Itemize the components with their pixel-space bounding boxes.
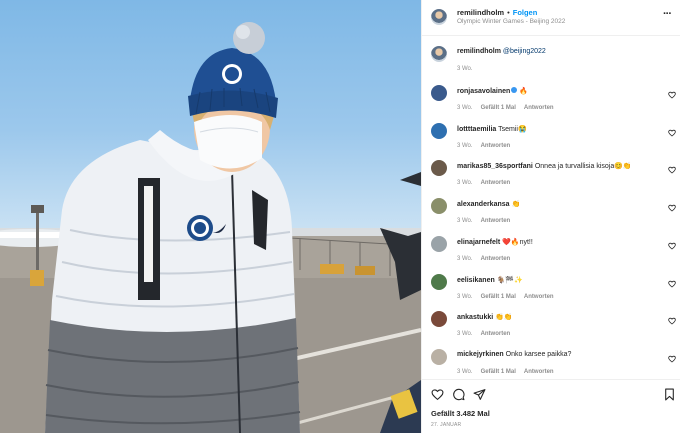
owner-line: remilindholm • Folgen — [457, 8, 537, 17]
comment-meta: 3 Wo. Antworten — [457, 256, 518, 262]
comment-body: mickejyrkinen Onko karsee paikka? — [457, 351, 571, 358]
comment-item: marikas85_36sportfani Onnea ja turvallis… — [422, 160, 680, 198]
comment-heart-icon[interactable] — [668, 317, 676, 325]
comment-icon[interactable] — [452, 388, 465, 401]
comment-item: ronjasavolainen 🔥 3 Wo. Gefällt 1 Mal Antw… — [422, 85, 680, 123]
reply-button[interactable]: Antworten — [524, 294, 554, 300]
caption-mention[interactable]: @beijing2022 — [503, 48, 546, 55]
comment-heart-icon[interactable] — [668, 129, 676, 137]
commenter-avatar[interactable] — [431, 348, 447, 365]
commenter-avatar[interactable] — [431, 160, 447, 177]
like-count[interactable]: Gefällt 3.482 Mal — [431, 409, 490, 418]
commenter-username[interactable]: ankastukki — [457, 314, 493, 321]
commenter-avatar[interactable] — [431, 85, 447, 101]
share-icon[interactable] — [473, 388, 486, 401]
comment-item: alexanderkansa 👏 3 Wo. Antworten — [422, 198, 680, 236]
comment-time[interactable]: 3 Wo. — [457, 369, 473, 375]
post-header: remilindholm • Folgen Olympic Winter Games… — [422, 0, 680, 36]
commenter-username[interactable]: mickejyrkinen — [457, 351, 504, 358]
comment-text: 👏 — [511, 201, 521, 209]
commenter-username[interactable]: elinajarnefelt — [457, 239, 500, 246]
comment-meta: 3 Wo. Antworten — [457, 331, 518, 337]
comment-body: eelisikanen 🐐🏁✨ — [457, 276, 523, 284]
heart-icon[interactable] — [431, 388, 444, 401]
commenter-avatar[interactable] — [431, 235, 447, 252]
comment-meta: 3 Wo. Antworten — [457, 143, 518, 149]
post-side-panel: remilindholm • Folgen Olympic Winter Games… — [421, 0, 680, 433]
commenter-avatar[interactable] — [431, 122, 447, 139]
caption-timestamp[interactable]: 3 Wo. — [457, 66, 473, 72]
owner-username[interactable]: remilindholm — [457, 8, 504, 17]
commenter-username[interactable]: lottttaemilia — [457, 126, 496, 133]
post-date[interactable]: 27. JANUAR — [431, 422, 461, 428]
comment-time[interactable]: 3 Wo. — [457, 256, 473, 262]
caption-avatar[interactable] — [431, 46, 447, 62]
comment-meta: 3 Wo. Gefällt 1 Mal Antworten — [457, 369, 562, 375]
comment-item: elinajarnefelt ❤️🔥nyt!! 3 Wo. Antworten — [422, 235, 680, 274]
comment-heart-icon[interactable] — [668, 166, 676, 174]
comment-time[interactable]: 3 Wo. — [457, 218, 473, 224]
comment-likes[interactable]: Gefällt 1 Mal — [481, 105, 516, 111]
reply-button[interactable]: Antworten — [481, 143, 511, 149]
post-image[interactable] — [0, 0, 421, 433]
comment-body: ankastukki 👏👏 — [457, 313, 513, 321]
comment-text: Tsemii😭 — [498, 125, 527, 133]
comment-meta: 3 Wo. Antworten — [457, 218, 518, 224]
follow-button[interactable]: Folgen — [513, 8, 538, 17]
reply-button[interactable]: Antworten — [481, 218, 511, 224]
comment-likes[interactable]: Gefällt 1 Mal — [481, 369, 516, 375]
commenter-username[interactable]: alexanderkansa — [457, 201, 510, 208]
comment-time[interactable]: 3 Wo. — [457, 331, 473, 337]
comment-item: ankastukki 👏👏 3 Wo. Antworten — [422, 311, 680, 349]
comment-time[interactable]: 3 Wo. — [457, 180, 473, 186]
comment-body: lottttaemilia Tsemii😭 — [457, 125, 527, 133]
commenter-username[interactable]: marikas85_36sportfani — [457, 163, 533, 170]
comment-text: Onko karsee paikka? — [505, 350, 572, 358]
comment-heart-icon[interactable] — [668, 280, 676, 288]
comment-time[interactable]: 3 Wo. — [457, 105, 473, 111]
post-location[interactable]: Olympic Winter Games - Beijing 2022 — [457, 18, 565, 25]
comment-item: lottttaemilia Tsemii😭 3 Wo. Antworten — [422, 122, 680, 161]
comment-body: alexanderkansa 👏 — [457, 200, 520, 208]
verified-badge-icon — [511, 87, 518, 94]
comment-text: 🔥 — [519, 88, 528, 95]
comment-heart-icon[interactable] — [668, 355, 676, 363]
reply-button[interactable]: Antworten — [481, 331, 511, 337]
reply-button[interactable]: Antworten — [524, 369, 554, 375]
more-options-icon[interactable]: ··· — [661, 9, 673, 22]
comment-text: 👏👏 — [495, 314, 513, 322]
comment-heart-icon[interactable] — [668, 91, 676, 99]
reply-button[interactable]: Antworten — [481, 180, 511, 186]
post-image-illustration — [0, 22, 421, 433]
comment-body: marikas85_36sportfani Onnea ja turvallis… — [457, 162, 632, 170]
comment-item: eelisikanen 🐐🏁✨ 3 Wo. Gefällt 1 Mal Antwor… — [422, 273, 680, 312]
bookmark-icon[interactable] — [663, 388, 676, 401]
comment-meta: 3 Wo. Antworten — [457, 180, 518, 186]
comment-body: ronjasavolainen 🔥 — [457, 87, 528, 95]
comment-likes[interactable]: Gefällt 1 Mal — [481, 294, 516, 300]
comment-text: ❤️🔥nyt!! — [502, 238, 533, 246]
header-separator: • — [507, 8, 510, 17]
commenter-username[interactable]: eelisikanen — [457, 277, 495, 284]
comment-time[interactable]: 3 Wo. — [457, 143, 473, 149]
commenter-username[interactable]: ronjasavolainen — [457, 88, 510, 95]
comment-heart-icon[interactable] — [668, 204, 676, 212]
commenter-avatar[interactable] — [431, 273, 447, 290]
commenter-avatar[interactable] — [431, 311, 447, 328]
reply-button[interactable]: Antworten — [481, 256, 511, 262]
comment-text: Onnea ja turvallisia kisoja😊👏 — [534, 163, 632, 171]
comment-heart-icon[interactable] — [668, 242, 676, 250]
comment-meta: 3 Wo. Gefällt 1 Mal Antworten — [457, 294, 562, 300]
comment-time[interactable]: 3 Wo. — [457, 294, 473, 300]
caption: remilindholm @beijing2022 — [457, 48, 546, 55]
commenter-avatar[interactable] — [431, 198, 447, 215]
caption-username[interactable]: remilindholm — [457, 48, 501, 55]
comment-meta: 3 Wo. Gefällt 1 Mal Antworten — [457, 105, 562, 111]
post-actions: Gefällt 3.482 Mal 27. JANUAR — [422, 379, 680, 433]
comment-body: elinajarnefelt ❤️🔥nyt!! — [457, 238, 533, 246]
reply-button[interactable]: Antworten — [524, 105, 554, 111]
comment-text: 🐐🏁✨ — [496, 276, 523, 284]
owner-avatar[interactable] — [431, 9, 447, 25]
